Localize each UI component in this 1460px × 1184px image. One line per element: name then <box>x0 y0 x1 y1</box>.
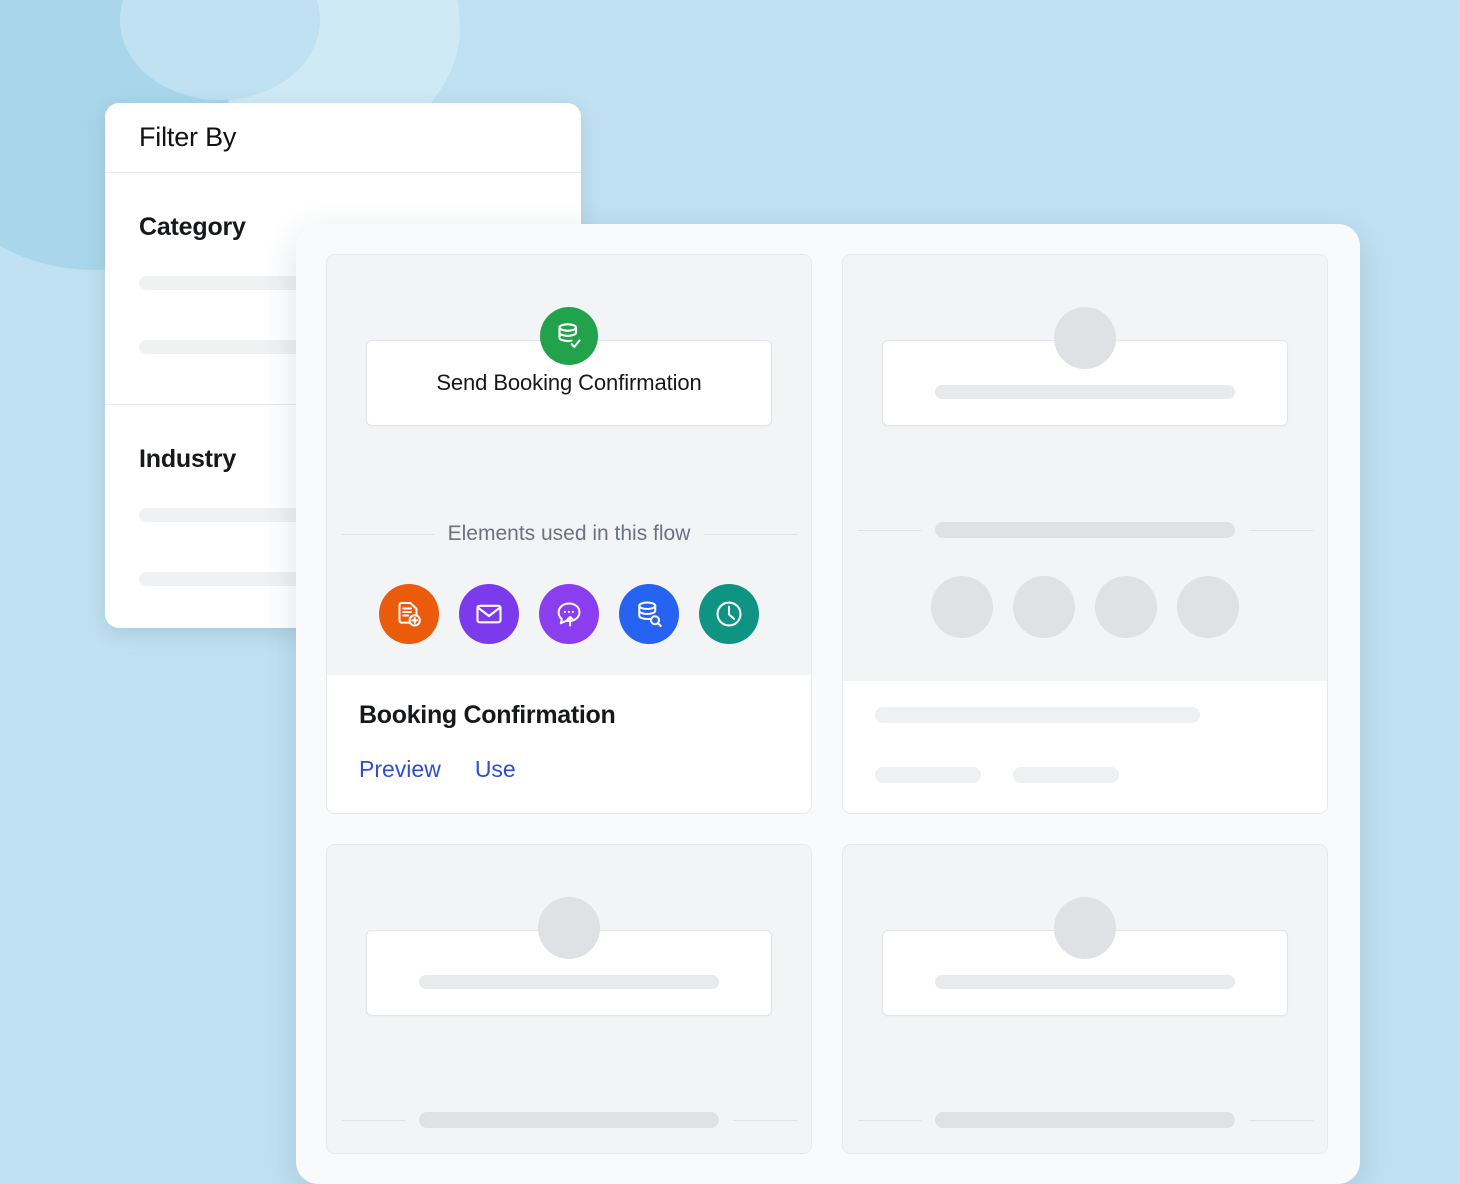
use-link[interactable]: Use <box>475 756 516 783</box>
template-card-title: Booking Confirmation <box>359 701 616 729</box>
preview-link[interactable]: Preview <box>359 756 441 783</box>
database-search-icon[interactable] <box>619 584 679 644</box>
skeleton-divider-pill <box>935 522 1235 538</box>
template-card-actions: Preview Use <box>359 756 779 783</box>
divider-line-left <box>857 529 921 531</box>
template-card-booking-confirmation[interactable]: Send Booking Confirmation Elements used … <box>326 254 812 814</box>
skeleton-card-preview <box>843 255 1327 681</box>
skeleton-card-bottom-left[interactable] <box>326 844 812 1154</box>
background-blob-4 <box>120 0 320 100</box>
element-icon-row <box>379 584 759 644</box>
filter-panel-header: Filter By <box>105 103 581 173</box>
skeleton-node-bar <box>935 385 1235 399</box>
skeleton-icon <box>1177 576 1239 638</box>
skeleton-badge-circle <box>1054 307 1116 369</box>
skeleton-icon <box>1013 576 1075 638</box>
divider-line-left <box>857 1119 921 1121</box>
template-card-preview: Send Booking Confirmation Elements used … <box>327 255 811 675</box>
skeleton-action-bar <box>875 767 981 783</box>
skeleton-flow-node <box>882 307 1288 426</box>
skeleton-icon <box>931 576 993 638</box>
divider-line-left <box>341 533 434 535</box>
divider-line-left <box>341 1119 405 1121</box>
elements-divider: Elements used in this flow <box>341 522 797 546</box>
clock-icon[interactable] <box>699 584 759 644</box>
skeleton-flow-node <box>366 897 772 1016</box>
skeleton-card-bottom-right[interactable] <box>842 844 1328 1154</box>
skeleton-node-bar <box>935 975 1235 989</box>
skeleton-divider <box>857 522 1313 538</box>
skeleton-divider <box>857 1112 1313 1128</box>
skeleton-icon <box>1095 576 1157 638</box>
skeleton-divider-pill <box>419 1112 719 1128</box>
divider-line-right <box>733 1119 797 1121</box>
skeleton-card-top-right[interactable] <box>842 254 1328 814</box>
document-add-icon[interactable] <box>379 584 439 644</box>
template-card-footer: Booking Confirmation Preview Use <box>327 675 811 813</box>
chat-send-icon[interactable] <box>539 584 599 644</box>
skeleton-flow-node <box>882 897 1288 1016</box>
elements-divider-label: Elements used in this flow <box>447 522 691 545</box>
skeleton-badge-circle <box>1054 897 1116 959</box>
skeleton-action-row <box>875 767 1295 783</box>
filter-panel-title: Filter By <box>139 122 237 152</box>
skeleton-node-bar <box>419 975 719 989</box>
flow-node[interactable]: Send Booking Confirmation <box>366 307 772 426</box>
divider-line-right <box>1249 1119 1313 1121</box>
skeleton-divider <box>341 1112 797 1128</box>
skeleton-badge-circle <box>538 897 600 959</box>
divider-line-right <box>1249 529 1313 531</box>
database-check-icon <box>540 307 598 365</box>
skeleton-divider-pill <box>935 1112 1235 1128</box>
skeleton-title-bar <box>875 707 1200 723</box>
skeleton-card-preview <box>327 845 811 1153</box>
skeleton-card-preview <box>843 845 1327 1153</box>
template-gallery-panel: Send Booking Confirmation Elements used … <box>296 224 1360 1184</box>
skeleton-action-bar <box>1013 767 1119 783</box>
flow-node-label: Send Booking Confirmation <box>436 370 702 395</box>
skeleton-icon-row <box>931 576 1239 638</box>
skeleton-card-footer <box>843 681 1327 813</box>
envelope-icon[interactable] <box>459 584 519 644</box>
divider-line-right <box>704 533 797 535</box>
